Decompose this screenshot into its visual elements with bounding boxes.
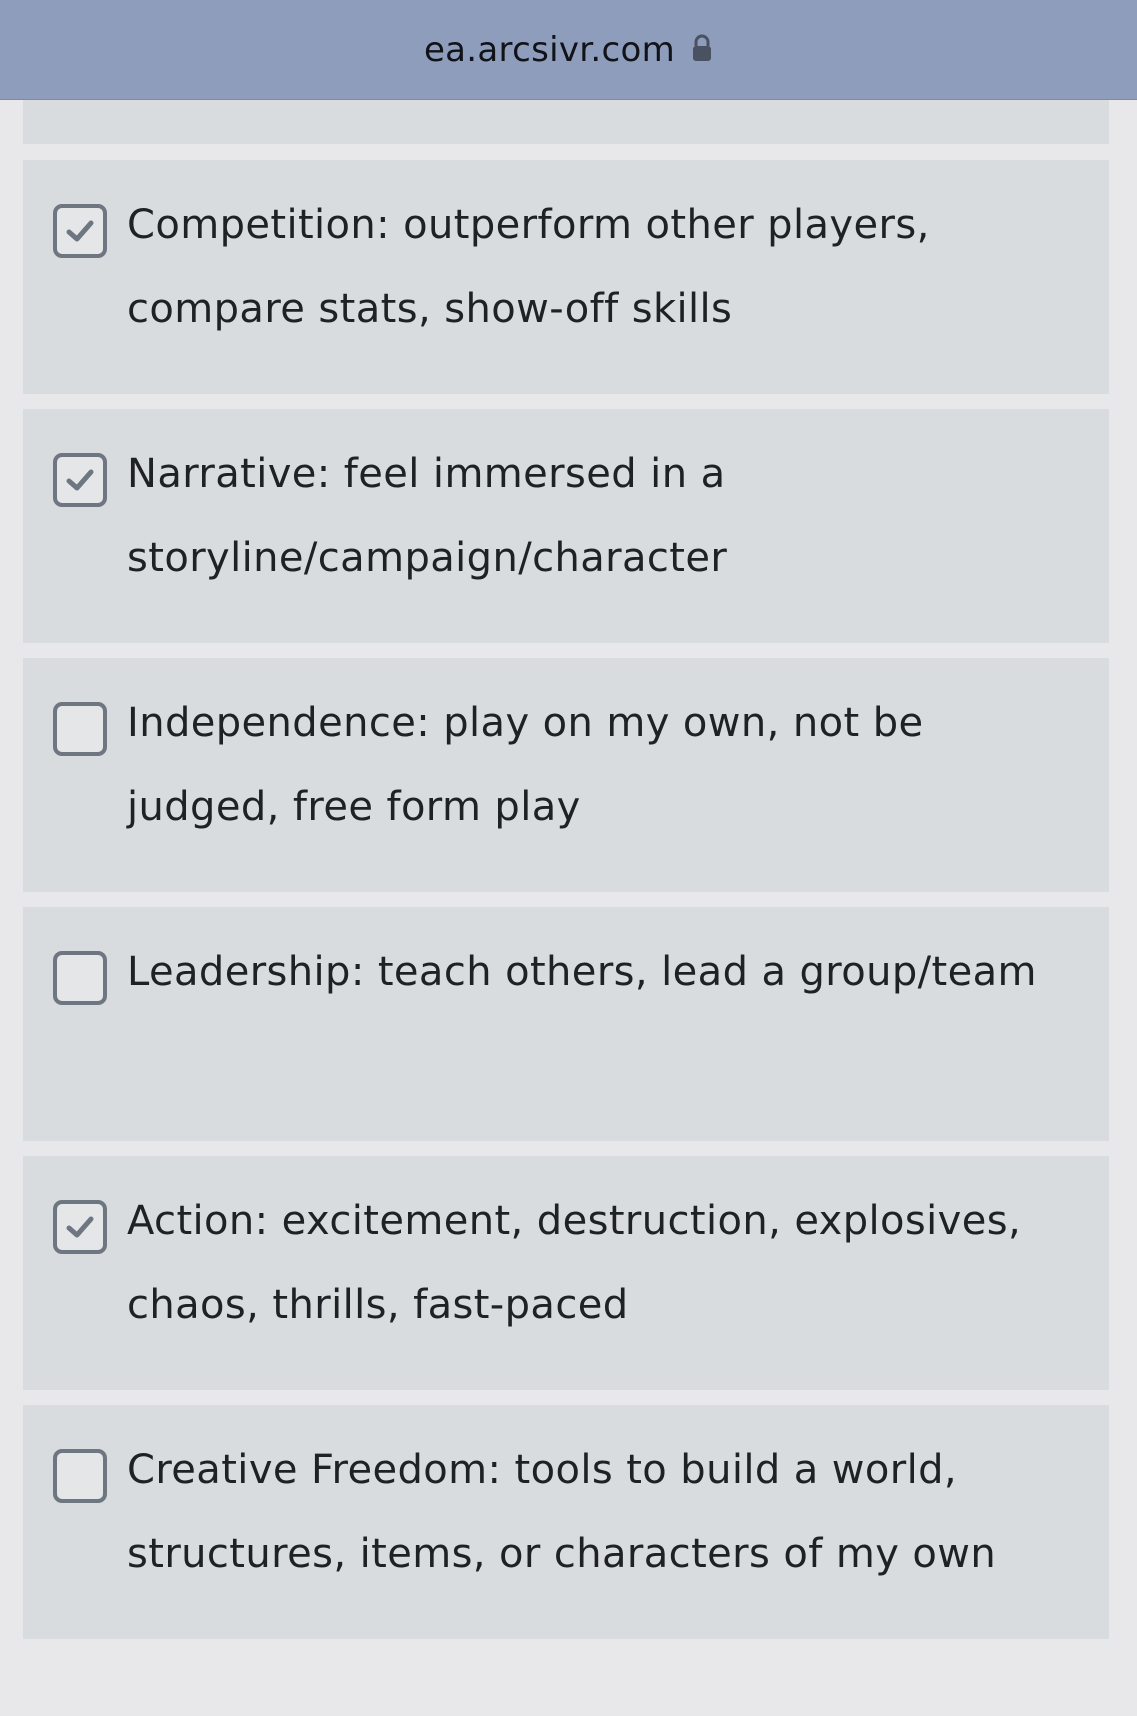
url-text[interactable]: ea.arcsivr.com xyxy=(424,30,675,70)
option-independence[interactable]: Independence: play on my own, not be jud… xyxy=(23,658,1109,892)
checkmark-icon xyxy=(66,1216,94,1238)
option-narrative[interactable]: Narrative: feel immersed in a storyline/… xyxy=(23,409,1109,643)
option-competition[interactable]: Competition: outperform other players, c… xyxy=(23,160,1109,394)
option-leadership[interactable]: Leadership: teach others, lead a group/t… xyxy=(23,907,1109,1141)
competition-checkbox[interactable] xyxy=(53,204,107,258)
browser-url-bar[interactable]: ea.arcsivr.com xyxy=(0,0,1137,100)
checkmark-icon xyxy=(66,469,94,491)
leadership-checkbox[interactable] xyxy=(53,951,107,1005)
url-container[interactable]: ea.arcsivr.com xyxy=(424,30,713,70)
narrative-checkbox[interactable] xyxy=(53,453,107,507)
option-creative-freedom[interactable]: Creative Freedom: tools to build a world… xyxy=(23,1405,1109,1639)
leadership-label: Leadership: teach others, lead a group/t… xyxy=(127,949,1037,995)
competition-label: Competition: outperform other players, c… xyxy=(127,202,930,332)
independence-checkbox[interactable] xyxy=(53,702,107,756)
previous-option-card-partial xyxy=(23,100,1109,144)
lock-icon xyxy=(691,34,713,62)
action-checkbox[interactable] xyxy=(53,1200,107,1254)
action-label: Action: excitement, destruction, explosi… xyxy=(127,1198,1022,1328)
creative-freedom-checkbox[interactable] xyxy=(53,1449,107,1503)
checkmark-icon xyxy=(66,220,94,242)
independence-label: Independence: play on my own, not be jud… xyxy=(127,700,924,830)
option-action[interactable]: Action: excitement, destruction, explosi… xyxy=(23,1156,1109,1390)
creative-freedom-label: Creative Freedom: tools to build a world… xyxy=(127,1447,997,1577)
narrative-label: Narrative: feel immersed in a storyline/… xyxy=(127,451,728,581)
